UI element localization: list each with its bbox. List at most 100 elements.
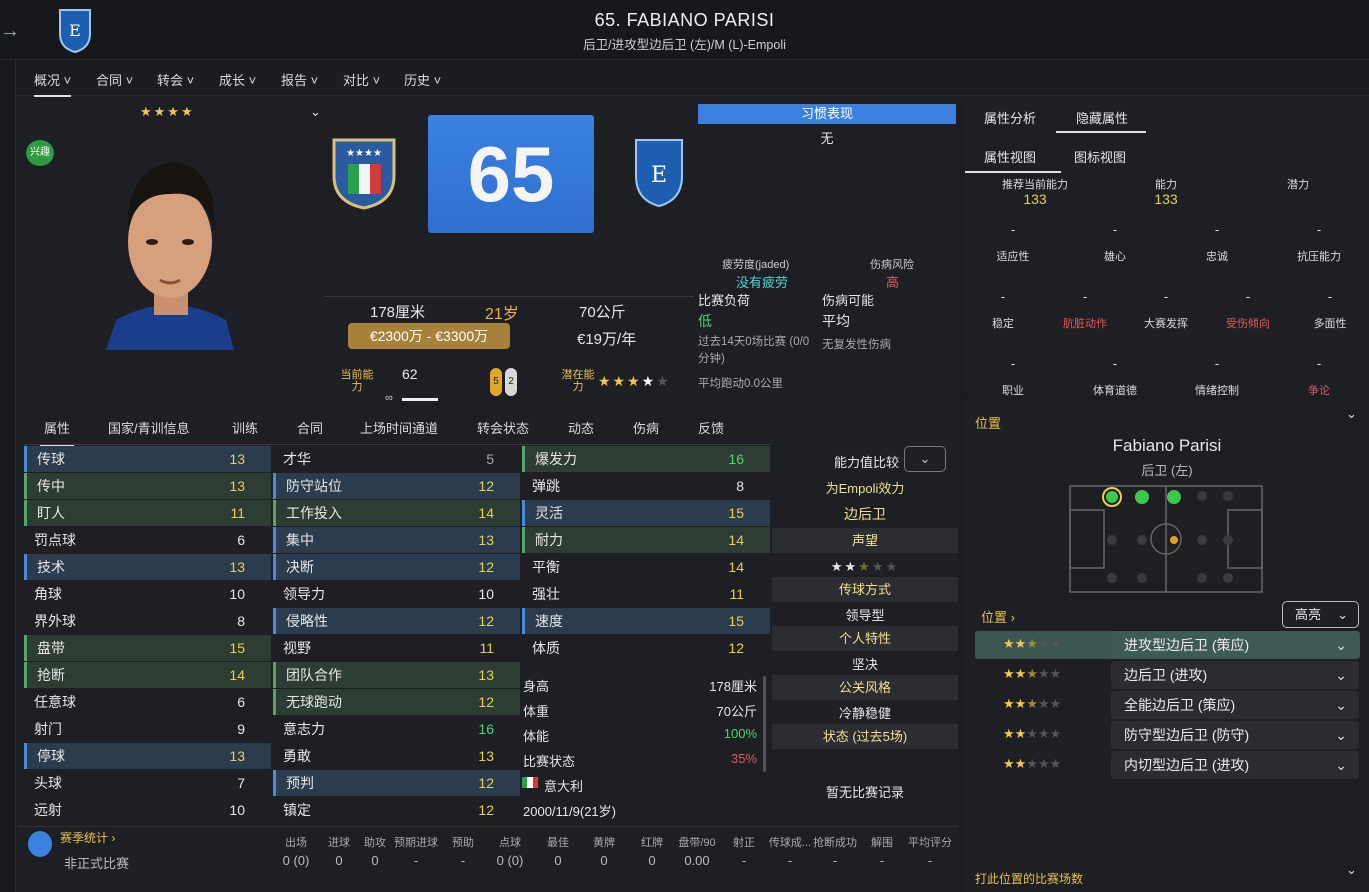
highlight-dropdown[interactable]: 高亮 ⌄ [1282, 601, 1359, 628]
tab-transfer-status[interactable]: 转会状态 [477, 418, 529, 437]
role-name: 全能边后卫 (策应) [1124, 697, 1236, 713]
role-row[interactable]: ★★★★★ 防守型边后卫 (防守) ⌄ [975, 721, 1360, 749]
role-dropdown[interactable]: 全能边后卫 (策应) ⌄ [1111, 691, 1359, 719]
attribute-value: 12 [478, 559, 494, 575]
info-scrollbar[interactable] [763, 676, 766, 772]
tab-icon-view[interactable]: 图标视图 [1074, 147, 1126, 166]
nav-overview[interactable]: 概况 ˅ [34, 70, 72, 97]
attribute-row[interactable]: 盯人 11 [24, 500, 271, 526]
season-stat-header[interactable]: 平均评分 [900, 834, 960, 850]
tab-attribute-view[interactable]: 属性视图 [984, 147, 1036, 166]
info-value: 100% [723, 726, 757, 741]
chevron-down-icon[interactable]: ⌄ [310, 104, 321, 120]
attribute-row[interactable]: 侵略性 12 [273, 608, 520, 634]
for-club: 为Empoli效力 [825, 481, 905, 496]
attribute-row[interactable]: 速度 15 [522, 608, 770, 634]
attribute-value: 16 [478, 721, 494, 737]
attribute-value: 12 [478, 613, 494, 629]
attribute-row[interactable]: 传中 13 [24, 473, 271, 499]
role-row[interactable]: ★★★★★ 全能边后卫 (策应) ⌄ [975, 691, 1360, 719]
attribute-row[interactable]: 强壮 11 [522, 581, 770, 607]
interest-badge[interactable]: 兴趣 [26, 140, 54, 166]
attribute-row[interactable]: 任意球 6 [24, 689, 271, 715]
positions-link[interactable]: 位置 › [981, 607, 1015, 626]
chevron-down-icon[interactable]: ⌄ [1346, 862, 1357, 878]
attribute-row[interactable]: 团队合作 13 [273, 662, 520, 688]
attribute-row[interactable]: 意志力 16 [273, 716, 520, 742]
attribute-row[interactable]: 平衡 14 [522, 554, 770, 580]
attribute-row[interactable]: 耐力 14 [522, 527, 770, 553]
attribute-row[interactable]: 远射 10 [24, 797, 271, 823]
attribute-row[interactable]: 无球跑动 12 [273, 689, 520, 715]
attribute-row[interactable]: 弹跳 8 [522, 473, 770, 499]
attribute-row[interactable]: 技术 13 [24, 554, 271, 580]
role-dropdown[interactable]: 防守型边后卫 (防守) ⌄ [1111, 721, 1359, 749]
attribute-row[interactable]: 传球 13 [24, 446, 271, 472]
attribute-row[interactable]: 头球 7 [24, 770, 271, 796]
attribute-row[interactable]: 体质 12 [522, 635, 770, 661]
role-row[interactable]: ★★★★★ 内切型边后卫 (进攻) ⌄ [975, 751, 1360, 779]
tab-contract[interactable]: 合同 [297, 418, 323, 437]
injury-possible-value: 平均 [822, 313, 850, 329]
attribute-value: 10 [229, 586, 245, 602]
attribute-value: 13 [478, 748, 494, 764]
attribute-row[interactable]: 领导力 10 [273, 581, 520, 607]
info-label: 比赛状态 [523, 754, 576, 769]
attribute-row[interactable]: 集中 13 [273, 527, 520, 553]
attribute-row[interactable]: 视野 11 [273, 635, 520, 661]
nav-report[interactable]: 报告 ˅ [281, 70, 318, 89]
hidden-attr-label: 多面性 [1313, 318, 1347, 330]
attribute-row[interactable]: 盘带 15 [24, 635, 271, 661]
nav-development[interactable]: 成长 ˅ [219, 70, 256, 89]
attribute-row[interactable]: 抢断 14 [24, 662, 271, 688]
tab-nation-youth[interactable]: 国家/青训信息 [108, 418, 190, 437]
attribute-row[interactable]: 罚点球 6 [24, 527, 271, 553]
attribute-row[interactable]: 防守站位 12 [273, 473, 520, 499]
attribute-row[interactable]: 决断 12 [273, 554, 520, 580]
role-row[interactable]: ★★★★★ 进攻型边后卫 (策应) ⌄ [975, 631, 1360, 659]
tab-injuries[interactable]: 伤病 [633, 418, 659, 437]
attribute-row[interactable]: 射门 9 [24, 716, 271, 742]
role-dropdown[interactable]: 边后卫 (进攻) ⌄ [1111, 661, 1359, 689]
attribute-value: 13 [229, 478, 245, 494]
attribute-row[interactable]: 勇敢 13 [273, 743, 520, 769]
chevron-down-icon[interactable]: ⌄ [1346, 406, 1357, 422]
attribute-row[interactable]: 界外球 8 [24, 608, 271, 634]
attribute-row[interactable]: 爆发力 16 [522, 446, 770, 472]
role-label: 边后卫 [844, 506, 886, 522]
tab-feedback[interactable]: 反馈 [698, 418, 724, 437]
load-detail: 过去14天0场比赛 (0/0分钟) [698, 336, 810, 365]
tab-attribute-analysis[interactable]: 属性分析 [984, 108, 1036, 127]
season-stats-link[interactable]: 赛季统计 › [60, 829, 115, 846]
attribute-row[interactable]: 停球 13 [24, 743, 271, 769]
hidden-attributes-panel [965, 98, 1369, 394]
tab-playing-time[interactable]: 上场时间通道 [360, 418, 438, 437]
compare-dropdown[interactable]: ⌄ [904, 446, 946, 472]
nav-transfer[interactable]: 转会 ˅ [157, 70, 194, 89]
reputation-header: 声望 [772, 528, 958, 553]
passing-header: 传球方式 [772, 577, 958, 602]
role-dropdown[interactable]: 进攻型边后卫 (策应) ⌄ [1111, 631, 1359, 659]
attribute-row[interactable]: 才华 5 [273, 446, 520, 472]
role-dropdown[interactable]: 内切型边后卫 (进攻) ⌄ [1111, 751, 1359, 779]
tab-hidden-attributes[interactable]: 隐藏属性 [1076, 108, 1128, 127]
attribute-value: 14 [728, 532, 744, 548]
tab-attributes[interactable]: 属性 [39, 418, 75, 446]
age-value: 21岁 [485, 306, 519, 323]
pitch-diagram [1069, 485, 1263, 593]
tab-dynamics[interactable]: 动态 [568, 418, 594, 437]
role-name: 防守型边后卫 (防守) [1124, 727, 1250, 743]
left-sidebar [0, 60, 16, 892]
attribute-value: 15 [728, 613, 744, 629]
nav-contract[interactable]: 合同 ˅ [96, 70, 133, 89]
attribute-row[interactable]: 镇定 12 [273, 797, 520, 823]
tab-training[interactable]: 训练 [232, 418, 258, 437]
nav-history[interactable]: 历史 ˅ [404, 70, 441, 89]
attribute-row[interactable]: 灵活 15 [522, 500, 770, 526]
attribute-row[interactable]: 角球 10 [24, 581, 271, 607]
role-row[interactable]: ★★★★★ 边后卫 (进攻) ⌄ [975, 661, 1360, 689]
nav-compare[interactable]: 对比 ˅ [343, 70, 380, 89]
attribute-row[interactable]: 预判 12 [273, 770, 520, 796]
attribute-row[interactable]: 工作投入 14 [273, 500, 520, 526]
attribute-name: 罚点球 [34, 532, 76, 548]
